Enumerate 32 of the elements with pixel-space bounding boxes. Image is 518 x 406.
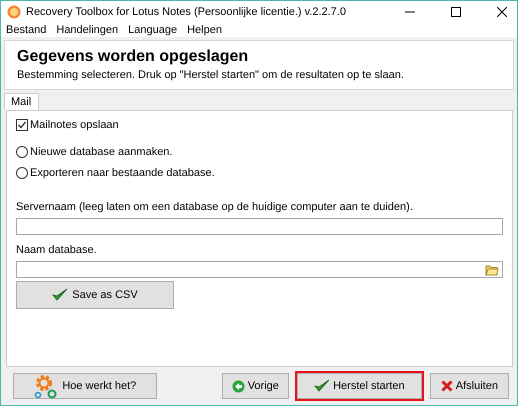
menu-item[interactable]: Bestand bbox=[6, 24, 46, 36]
folder-icon[interactable] bbox=[485, 264, 499, 276]
input-field[interactable] bbox=[16, 218, 503, 235]
option-label: Nieuwe database aanmaken. bbox=[30, 146, 172, 158]
option-label: Exporteren naar bestaande database. bbox=[30, 167, 215, 179]
menu-item[interactable]: Language bbox=[128, 24, 178, 36]
page-instruction: Bestemming selecteren. Druk op "Herstel starten" om de resultaten op te slaan. bbox=[17, 69, 405, 81]
app-icon bbox=[7, 5, 21, 19]
option-label: Mailnotes opslaan bbox=[30, 119, 119, 131]
footer-button[interactable]: Herstel starten bbox=[296, 373, 422, 399]
footer-button[interactable]: Afsluiten bbox=[430, 373, 509, 399]
field-label: Naam database. bbox=[16, 244, 98, 256]
check-icon bbox=[314, 379, 330, 393]
back-arrow-icon bbox=[232, 380, 245, 392]
maximize-icon[interactable] bbox=[451, 7, 461, 17]
window-title: Recovery Toolbox for Lotus Notes (Persoonlijke licentie.) v.2.2.7.0 bbox=[26, 6, 347, 18]
check-icon bbox=[52, 288, 68, 302]
menu-item[interactable]: Helpen bbox=[187, 24, 222, 36]
close-icon[interactable] bbox=[497, 7, 507, 17]
page-heading: Gegevens worden opgeslagen bbox=[17, 48, 250, 66]
cross-icon bbox=[440, 380, 453, 392]
radio-button[interactable] bbox=[16, 146, 28, 158]
gears-icon bbox=[33, 373, 60, 399]
checkbox[interactable] bbox=[16, 119, 28, 131]
input-field[interactable] bbox=[16, 261, 503, 278]
footer-button[interactable]: Vorige bbox=[222, 373, 289, 399]
field-label: Servernaam (leeg laten om een database op de huidige computer aan te duiden). bbox=[16, 201, 414, 213]
tab[interactable]: Mail bbox=[4, 93, 40, 110]
radio-button[interactable] bbox=[16, 167, 28, 179]
menu-item[interactable]: Handelingen bbox=[56, 24, 118, 36]
footer-button[interactable]: Hoe werkt het? bbox=[13, 373, 157, 399]
save-as-csv-button[interactable]: Save as CSV bbox=[16, 281, 174, 309]
